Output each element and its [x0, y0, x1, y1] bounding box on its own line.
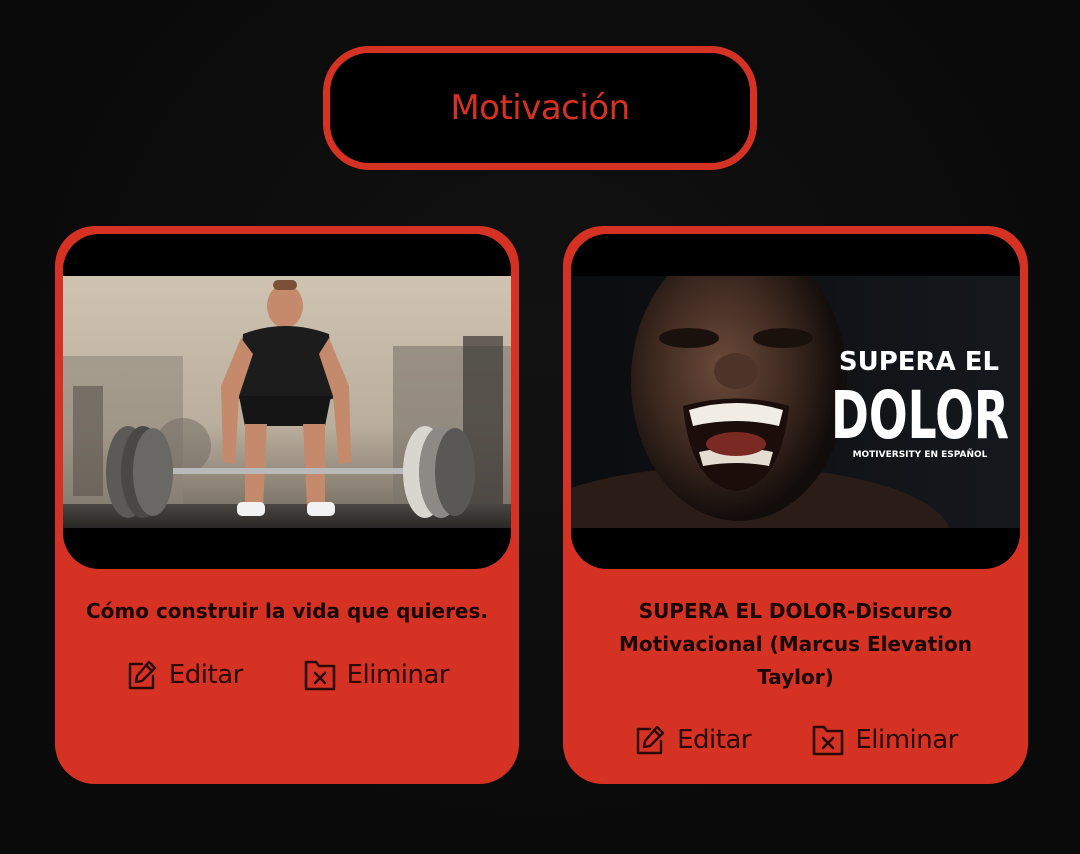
- delete-file-icon: [303, 658, 337, 692]
- delete-label: Eliminar: [855, 725, 958, 755]
- page: Motivación Cómo construir la vida que qu…: [0, 0, 1080, 854]
- category-title: Motivación: [450, 88, 630, 128]
- category-title-pill[interactable]: Motivación: [323, 46, 757, 170]
- video-thumbnail[interactable]: SUPERA EL DOLOR MOTIVERSITY EN ESPAÑOL: [571, 234, 1020, 569]
- video-card[interactable]: Cómo construir la vida que quieres. Edit…: [55, 226, 519, 784]
- video-title: SUPERA EL DOLOR-Discurso Motivacional (M…: [619, 599, 972, 689]
- screaming-man-thumbnail: SUPERA EL DOLOR MOTIVERSITY EN ESPAÑOL: [571, 276, 1020, 528]
- edit-label: Editar: [677, 725, 752, 755]
- video-card[interactable]: SUPERA EL DOLOR MOTIVERSITY EN ESPAÑOL S…: [563, 226, 1028, 784]
- edit-icon: [125, 658, 159, 692]
- delete-label: Eliminar: [346, 660, 450, 690]
- thumb-text-line3: MOTIVERSITY EN ESPAÑOL: [853, 449, 988, 460]
- video-title: Cómo construir la vida que quieres.: [85, 599, 488, 623]
- thumb-text-line2: DOLOR: [831, 377, 1009, 454]
- delete-button[interactable]: Eliminar: [303, 658, 450, 692]
- deadlift-gym-photo: [63, 276, 511, 528]
- edit-label: Editar: [168, 660, 243, 690]
- card-actions: Editar Eliminar: [563, 723, 1028, 757]
- delete-file-icon: [811, 723, 845, 757]
- card-actions: Editar Eliminar: [55, 658, 519, 692]
- video-thumbnail[interactable]: [63, 234, 511, 569]
- delete-button[interactable]: Eliminar: [811, 723, 958, 757]
- edit-button[interactable]: Editar: [125, 658, 243, 692]
- edit-button[interactable]: Editar: [633, 723, 752, 757]
- thumb-text-line1: SUPERA EL: [839, 347, 999, 377]
- edit-icon: [633, 723, 667, 757]
